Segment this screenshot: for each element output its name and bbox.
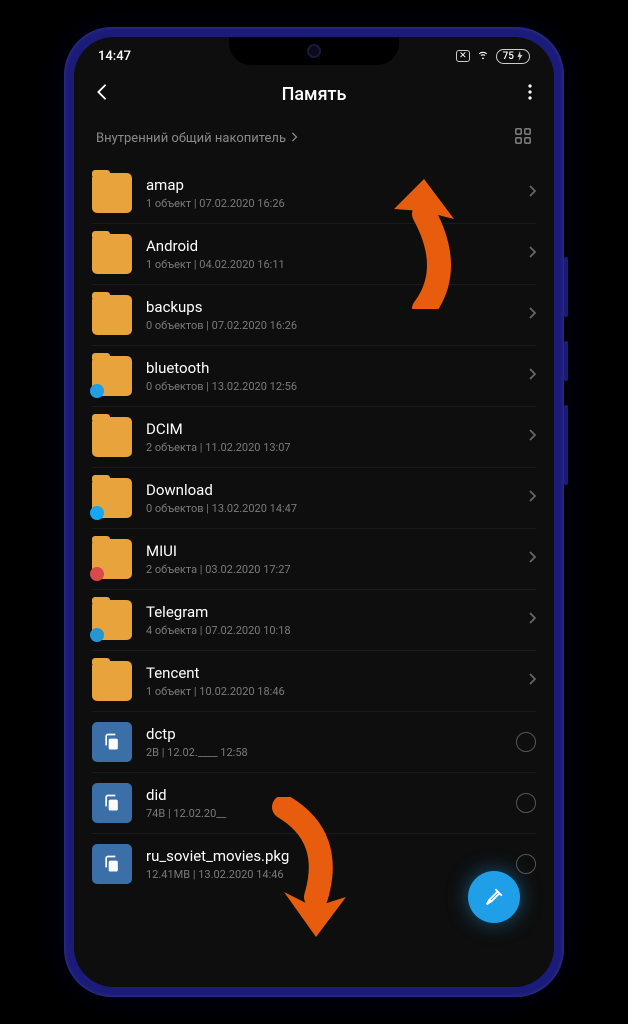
chevron-right-icon [528,185,536,201]
item-name: bluetooth [146,359,514,377]
file-icon [92,844,132,884]
wifi-icon [476,47,490,65]
file-row[interactable]: ru_soviet_movies.pkg 12.41MB | 13.02.2020… [92,834,536,894]
folder-badge-icon [90,567,104,581]
folder-badge-icon [90,384,104,398]
folder-icon [92,234,132,274]
file-icon [92,722,132,762]
status-time: 14:47 [98,49,131,64]
chevron-right-icon [528,307,536,323]
item-name: backups [146,298,514,316]
view-grid-button[interactable] [514,127,532,149]
item-name: did [146,786,502,804]
more-button[interactable] [512,84,532,104]
back-button[interactable] [96,83,116,105]
item-meta: 2 объекта | 03.02.2020 17:27 [146,563,514,576]
item-name: ru_soviet_movies.pkg [146,847,502,865]
folder-row[interactable]: amap 1 объект | 07.02.2020 16:26 [92,163,536,224]
breadcrumb[interactable]: Внутренний общий накопитель [96,131,298,146]
item-meta: 12.41MB | 13.02.2020 14:46 [146,868,502,881]
chevron-right-icon [528,429,536,445]
item-meta: 1 объект | 04.02.2020 16:11 [146,258,514,271]
item-name: Tencent [146,664,514,682]
item-meta: 2B | 12.02.____ 12:58 [146,746,502,759]
item-name: Android [146,237,514,255]
chevron-right-icon [528,612,536,628]
breadcrumb-label: Внутренний общий накопитель [96,131,286,146]
folder-row[interactable]: Tencent 1 объект | 10.02.2020 18:46 [92,651,536,712]
file-row[interactable]: did 74B | 12.02.20__ [92,773,536,834]
folder-icon [92,356,132,396]
item-meta: 74B | 12.02.20__ [146,807,502,820]
folder-icon [92,295,132,335]
app-header: Память [74,69,554,115]
notch [229,37,399,65]
phone-frame: 14:47 ✕ 75 Память [64,27,564,997]
select-radio[interactable] [516,854,536,874]
folder-row[interactable]: Telegram 4 объекта | 07.02.2020 10:18 [92,590,536,651]
folder-icon [92,478,132,518]
chevron-right-icon [528,368,536,384]
item-name: Telegram [146,603,514,621]
folder-row[interactable]: bluetooth 0 объектов | 13.02.2020 12:56 [92,346,536,407]
chevron-right-icon [528,490,536,506]
folder-row[interactable]: backups 0 объектов | 07.02.2020 16:26 [92,285,536,346]
folder-icon [92,173,132,213]
item-name: MIUI [146,542,514,560]
item-meta: 0 объектов | 13.02.2020 12:56 [146,380,514,393]
select-radio[interactable] [516,732,536,752]
folder-row[interactable]: Android 1 объект | 04.02.2020 16:11 [92,224,536,285]
item-meta: 0 объектов | 07.02.2020 16:26 [146,319,514,332]
chevron-right-icon [290,131,298,146]
folder-row[interactable]: MIUI 2 объекта | 03.02.2020 17:27 [92,529,536,590]
item-meta: 1 объект | 10.02.2020 18:46 [146,685,514,698]
folder-badge-icon [90,506,104,520]
chevron-right-icon [528,673,536,689]
folder-row[interactable]: Download 0 объектов | 13.02.2020 14:47 [92,468,536,529]
chevron-right-icon [528,551,536,567]
folder-icon [92,661,132,701]
folder-icon [92,600,132,640]
file-list: amap 1 объект | 07.02.2020 16:26 Android 1 … [74,163,554,987]
file-row[interactable]: dctp 2B | 12.02.____ 12:58 [92,712,536,773]
item-name: dctp [146,725,502,743]
folder-icon [92,539,132,579]
file-icon [92,783,132,823]
clean-fab[interactable] [468,871,520,923]
no-sim-icon: ✕ [456,50,470,62]
item-meta: 2 объекта | 11.02.2020 13:07 [146,441,514,454]
folder-row[interactable]: DCIM 2 объекта | 11.02.2020 13:07 [92,407,536,468]
item-meta: 4 объекта | 07.02.2020 10:18 [146,624,514,637]
page-title: Память [116,84,512,105]
battery-indicator: 75 [496,49,530,64]
item-name: Download [146,481,514,499]
folder-badge-icon [90,628,104,642]
item-meta: 0 объектов | 13.02.2020 14:47 [146,502,514,515]
item-name: amap [146,176,514,194]
select-radio[interactable] [516,793,536,813]
item-meta: 1 объект | 07.02.2020 16:26 [146,197,514,210]
chevron-right-icon [528,246,536,262]
folder-icon [92,417,132,457]
item-name: DCIM [146,420,514,438]
